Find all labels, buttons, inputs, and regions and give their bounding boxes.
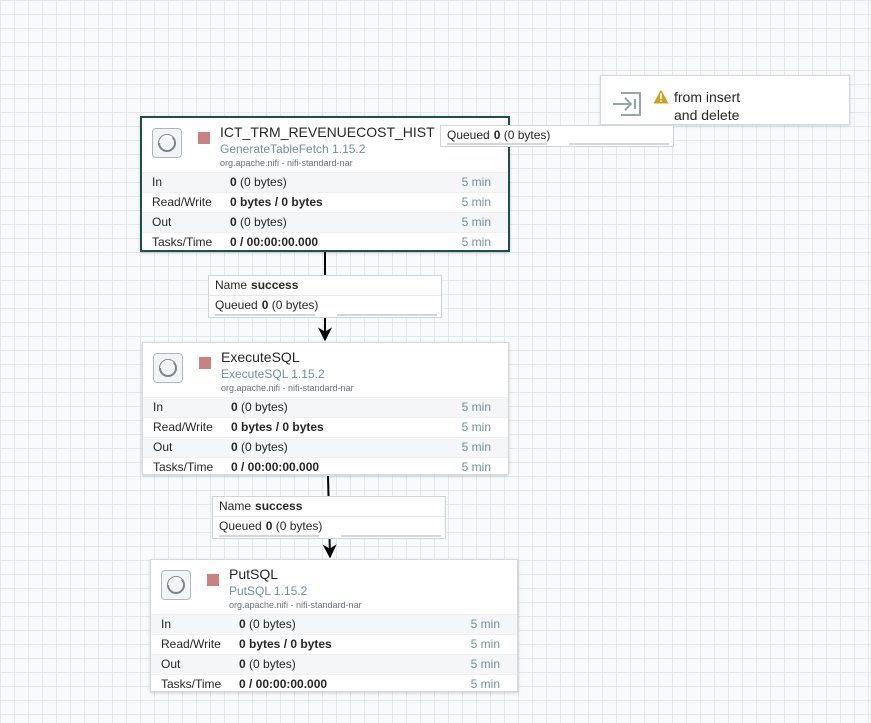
- stat-value: 0 / 00:00:00.000: [231, 460, 320, 474]
- input-port-name-line1: from insert: [674, 89, 741, 105]
- stat-row-read-write: Read/Write 0 bytes / 0 bytes 5 min: [142, 192, 508, 212]
- stat-value: 0 bytes / 0 bytes: [239, 637, 332, 651]
- stopped-status-icon: [199, 357, 211, 369]
- stopped-status-icon: [207, 574, 219, 586]
- processor-icon: [153, 353, 183, 383]
- stat-time: 5 min: [461, 195, 491, 209]
- queue-bar: [215, 314, 315, 316]
- stat-time: 5 min: [461, 215, 491, 229]
- processor-name: ExecuteSQL: [221, 349, 300, 365]
- processor-name: ICT_TRM_REVENUECOST_HIST: [220, 124, 435, 140]
- queue-bar: [569, 143, 669, 145]
- warning-icon[interactable]: [653, 89, 669, 109]
- processor-icon: [161, 570, 191, 600]
- stat-row-out: Out 0 (0 bytes) 5 min: [151, 654, 517, 674]
- stat-time: 5 min: [461, 420, 491, 434]
- stat-value: 0 (0 bytes): [230, 215, 287, 229]
- stat-row-out: Out 0 (0 bytes) 5 min: [143, 437, 508, 457]
- processor-put-sql[interactable]: PutSQL PutSQL 1.15.2 org.apache.nifi - n…: [150, 559, 518, 692]
- stat-label: In: [161, 617, 172, 631]
- stat-value: 0 (0 bytes): [230, 175, 287, 189]
- queue-bar: [337, 314, 437, 316]
- stat-time: 5 min: [461, 460, 491, 474]
- stat-time: 5 min: [461, 175, 491, 189]
- stat-label: Read/Write: [152, 195, 212, 209]
- stat-label: Tasks/Time: [152, 235, 213, 249]
- stat-value: 0 / 00:00:00.000: [230, 235, 319, 249]
- stat-time: 5 min: [470, 677, 500, 691]
- processor-type: GenerateTableFetch 1.15.2: [220, 142, 366, 156]
- stat-label: In: [152, 175, 163, 189]
- stat-row-in: In 0 (0 bytes) 5 min: [151, 614, 517, 634]
- flow-canvas[interactable]: from insert and delete ICT_TRM_REVENUECO…: [0, 0, 871, 723]
- stat-row-tasks: Tasks/Time 0 / 00:00:00.000 5 min: [143, 457, 508, 477]
- processor-bundle: org.apache.nifi - nifi-standard-nar: [220, 158, 353, 168]
- stat-time: 5 min: [470, 637, 500, 651]
- queue-bar: [447, 143, 547, 145]
- stat-time: 5 min: [461, 440, 491, 454]
- stat-row-read-write: Read/Write 0 bytes / 0 bytes 5 min: [143, 417, 508, 437]
- stat-row-tasks: Tasks/Time 0 / 00:00:00.000 5 min: [142, 232, 508, 252]
- stat-value: 0 bytes / 0 bytes: [231, 420, 324, 434]
- stat-time: 5 min: [470, 657, 500, 671]
- processor-type: ExecuteSQL 1.15.2: [221, 367, 325, 381]
- stat-label: Tasks/Time: [153, 460, 214, 474]
- input-port-name-line2: and delete: [674, 107, 740, 123]
- input-port-icon: [611, 90, 643, 123]
- processor-icon: [152, 128, 182, 158]
- stat-time: 5 min: [461, 235, 491, 249]
- stat-label: Out: [153, 440, 173, 454]
- queue-bar: [341, 535, 441, 537]
- input-port[interactable]: from insert and delete: [600, 75, 850, 125]
- processor-bundle: org.apache.nifi - nifi-standard-nar: [221, 383, 354, 393]
- stat-value: 0 bytes / 0 bytes: [230, 195, 323, 209]
- stat-row-in: In 0 (0 bytes) 5 min: [143, 397, 508, 417]
- input-port-name: from insert and delete: [674, 88, 784, 124]
- stat-label: Out: [152, 215, 172, 229]
- stat-row-in: In 0 (0 bytes) 5 min: [142, 172, 508, 192]
- connection-label-success-2[interactable]: Name success Queued 0 (0 bytes): [212, 496, 446, 539]
- stat-value: 0 / 00:00:00.000: [239, 677, 328, 691]
- stat-value: 0 (0 bytes): [231, 400, 288, 414]
- stat-time: 5 min: [470, 617, 500, 631]
- connection-label-port[interactable]: Queued 0 (0 bytes): [440, 125, 674, 147]
- stat-label: In: [153, 400, 164, 414]
- stat-value: 0 (0 bytes): [231, 440, 288, 454]
- stat-row-tasks: Tasks/Time 0 / 00:00:00.000 5 min: [151, 674, 517, 694]
- stopped-status-icon: [198, 132, 210, 144]
- connection-name: Name success: [215, 278, 299, 292]
- processor-bundle: org.apache.nifi - nifi-standard-nar: [229, 600, 362, 610]
- stat-value: 0 (0 bytes): [239, 617, 296, 631]
- queue-bar: [219, 535, 319, 537]
- stat-time: 5 min: [461, 400, 491, 414]
- processor-execute-sql[interactable]: ExecuteSQL ExecuteSQL 1.15.2 org.apache.…: [142, 342, 509, 475]
- connection-name: Name success: [219, 499, 303, 513]
- stat-label: Out: [161, 657, 181, 671]
- processor-name: PutSQL: [229, 566, 279, 582]
- connection-label-success-1[interactable]: Name success Queued 0 (0 bytes): [208, 275, 442, 318]
- stat-label: Read/Write: [161, 637, 221, 651]
- connection-queued: Queued 0 (0 bytes): [209, 295, 441, 315]
- stat-row-out: Out 0 (0 bytes) 5 min: [142, 212, 508, 232]
- stat-value: 0 (0 bytes): [239, 657, 296, 671]
- stat-label: Read/Write: [153, 420, 213, 434]
- processor-type: PutSQL 1.15.2: [229, 584, 308, 598]
- connection-queued: Queued 0 (0 bytes): [213, 516, 445, 536]
- stat-row-read-write: Read/Write 0 bytes / 0 bytes 5 min: [151, 634, 517, 654]
- stat-label: Tasks/Time: [161, 677, 222, 691]
